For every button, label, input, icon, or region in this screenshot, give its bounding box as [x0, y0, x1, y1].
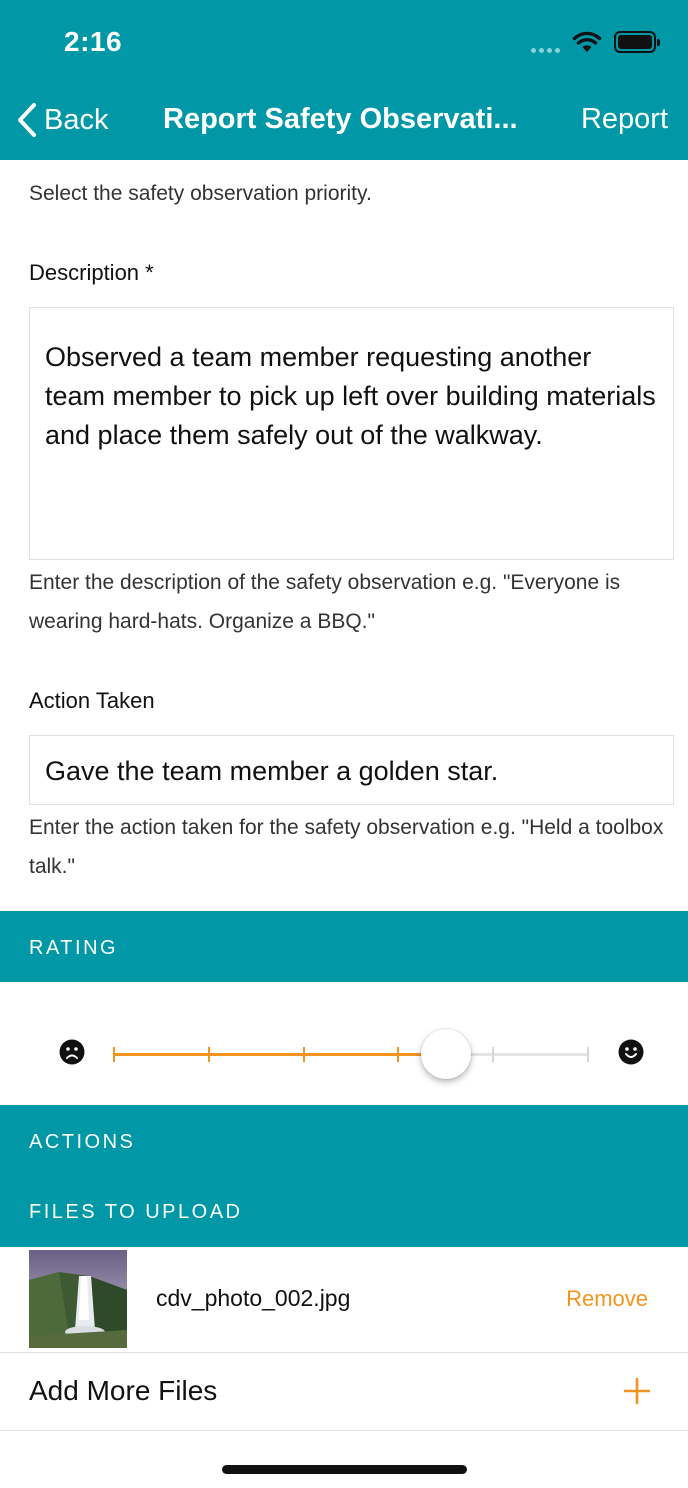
actions-section-label: ACTIONS	[29, 1131, 136, 1153]
rating-section-header: RATING	[0, 911, 688, 982]
rating-slider-tick	[113, 1047, 115, 1062]
action-taken-hint: Enter the action taken for the safety ob…	[29, 816, 664, 878]
back-button[interactable]: Back	[16, 102, 108, 138]
rating-row	[0, 982, 688, 1105]
plus-icon	[624, 1378, 650, 1404]
description-label: Description *	[29, 260, 154, 285]
back-label: Back	[44, 103, 109, 136]
rating-slider-fill	[114, 1053, 446, 1056]
status-time: 2:16	[64, 26, 123, 57]
add-more-files-label: Add More Files	[29, 1375, 218, 1406]
chevron-left-icon	[18, 103, 36, 137]
file-name: cdv_photo_002.jpg	[156, 1285, 351, 1311]
files-section-label: FILES TO UPLOAD	[29, 1201, 243, 1223]
rating-slider-tick	[397, 1047, 400, 1062]
rating-slider-track[interactable]	[113, 1047, 589, 1062]
report-button[interactable]: Report	[581, 103, 668, 136]
cellular-signal-icon	[531, 31, 560, 53]
description-field[interactable]: Observed a team member requesting anothe…	[29, 307, 674, 560]
status-icons	[531, 30, 660, 54]
waterfall-photo-image	[29, 1250, 127, 1348]
rating-slider-tick	[587, 1047, 589, 1062]
rating-slider-thumb[interactable]	[420, 1029, 471, 1079]
navigation-header: 2:16 Back Report Safety Observati... Rep…	[0, 0, 688, 160]
rating-slider-tick	[302, 1047, 305, 1062]
file-list-item: cdv_photo_002.jpg Remove	[0, 1247, 688, 1353]
description-hint: Enter the description of the safety obse…	[29, 571, 621, 633]
actions-section-header: ACTIONS FILES TO UPLOAD	[0, 1105, 688, 1247]
happy-face-icon[interactable]	[618, 1039, 644, 1065]
rating-section-label: RATING	[29, 937, 119, 959]
action-taken-field[interactable]: Gave the team member a golden star.	[29, 735, 674, 805]
home-indicator	[222, 1465, 467, 1474]
priority-hint: Select the safety observation priority.	[29, 182, 372, 205]
file-thumbnail	[29, 1250, 127, 1348]
action-taken-label: Action Taken	[29, 688, 155, 713]
rating-slider-tick	[207, 1047, 210, 1062]
remove-file-button[interactable]: Remove	[566, 1286, 648, 1312]
page-title: Report Safety Observati...	[163, 103, 518, 135]
add-more-files-button[interactable]: Add More Files	[0, 1353, 688, 1431]
rating-slider-tick	[492, 1047, 495, 1062]
sad-face-icon[interactable]	[59, 1039, 85, 1065]
battery-icon	[614, 31, 660, 53]
wifi-icon	[572, 31, 602, 52]
